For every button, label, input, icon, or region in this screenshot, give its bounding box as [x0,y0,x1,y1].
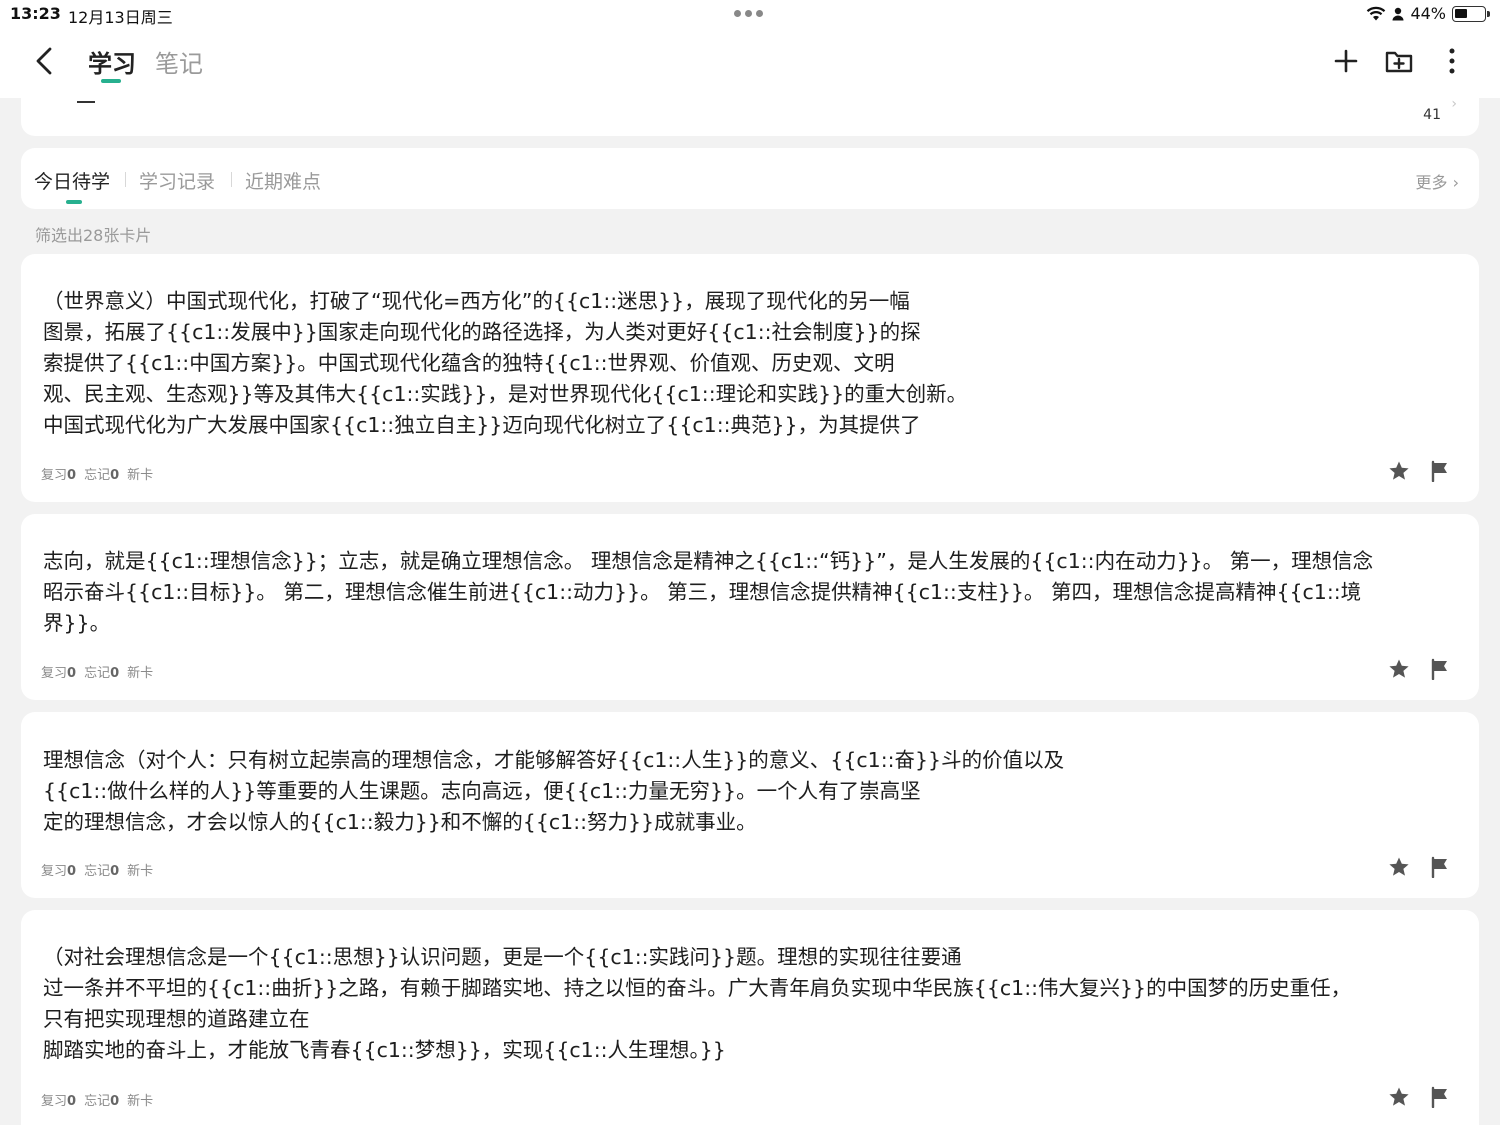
deck-summary-card[interactable]: › 41 [21,96,1479,136]
card-content: （对社会理想信念是一个{{c1::思想}}认识问题，更是一个{{c1::实践问}… [43,945,1352,1062]
segment-active-indicator [66,200,82,204]
card-stats: 复习0 忘记0 新卡 [41,860,153,879]
more-link[interactable]: 更多 › [1416,169,1460,193]
flashcard[interactable]: （世界意义）中国式现代化，打破了“现代化=西方化”的{{c1::迷思}}，展现了… [21,254,1479,502]
back-button[interactable] [30,44,60,78]
card-status: 新卡 [127,1094,154,1109]
flag-icon[interactable] [1429,658,1451,681]
card-content: 理想信念（对个人：只有树立起崇高的理想信念，才能够解答好{{c1::人生}}的意… [43,748,1065,834]
more-vertical-icon [1449,48,1455,74]
star-icon[interactable] [1388,460,1410,482]
forget-label: 忘记 [84,468,111,483]
status-date: 12月13日周三 [68,8,173,27]
flag-icon[interactable] [1429,1086,1451,1109]
forget-count: 0 [110,864,120,879]
status-time: 13:23 [10,4,61,23]
card-status: 新卡 [127,468,154,483]
card-content: （世界意义）中国式现代化，打破了“现代化=西方化”的{{c1::迷思}}，展现了… [43,289,968,437]
review-label: 复习 [41,468,68,483]
star-icon[interactable] [1388,1086,1410,1108]
card-stats: 复习0 忘记0 新卡 [41,1090,153,1109]
card-stats: 复习0 忘记0 新卡 [41,662,153,681]
review-count: 0 [67,864,77,879]
card-stats: 复习0 忘记0 新卡 [41,464,153,483]
forget-label: 忘记 [84,666,111,681]
tab-active-indicator [101,79,121,83]
segment-today[interactable]: 今日待学 [34,167,110,194]
add-button[interactable] [1331,46,1361,76]
review-count: 0 [67,1094,77,1109]
star-icon[interactable] [1388,856,1410,878]
review-label: 复习 [41,1094,68,1109]
battery-percent: 44% [1410,4,1446,23]
deck-count: 41 [1423,107,1441,123]
forget-label: 忘记 [84,864,111,879]
more-options-button[interactable] [1437,46,1467,76]
dash-mark [77,101,95,103]
status-bar: 13:23 12月13日周三 44% [0,0,1500,28]
review-label: 复习 [41,666,68,681]
review-label: 复习 [41,864,68,879]
card-status: 新卡 [127,666,154,681]
segment-divider [231,172,232,187]
tab-study[interactable]: 学习 [88,44,136,79]
back-icon [36,47,52,75]
star-icon[interactable] [1388,658,1410,680]
flag-icon[interactable] [1429,460,1451,483]
review-count: 0 [67,666,77,681]
person-icon [1392,7,1404,21]
app-header: 学习 笔记 [0,28,1500,98]
tab-notes[interactable]: 笔记 [155,44,203,79]
add-folder-button[interactable] [1384,46,1414,76]
forget-count: 0 [110,468,120,483]
flashcard[interactable]: 志向，就是{{c1::理想信念}}；立志，就是确立理想信念。 理想信念是精神之{… [21,514,1479,700]
multitasking-dots-icon[interactable] [734,10,763,17]
study-segment-bar: 今日待学 学习记录 近期难点 更多 › [21,148,1479,209]
battery-icon [1452,5,1490,22]
flag-icon[interactable] [1429,856,1451,879]
segment-difficult[interactable]: 近期难点 [245,167,321,194]
forget-count: 0 [110,666,120,681]
segment-divider [125,172,126,187]
card-status: 新卡 [127,864,154,879]
add-folder-icon [1385,51,1413,73]
card-content: 志向，就是{{c1::理想信念}}；立志，就是确立理想信念。 理想信念是精神之{… [43,549,1374,635]
flashcard[interactable]: 理想信念（对个人：只有树立起崇高的理想信念，才能够解答好{{c1::人生}}的意… [21,712,1479,898]
wifi-icon [1366,6,1386,22]
plus-icon [1334,49,1358,73]
flashcard[interactable]: （对社会理想信念是一个{{c1::思想}}认识问题，更是一个{{c1::实践问}… [21,910,1479,1125]
segment-records[interactable]: 学习记录 [139,167,215,194]
forget-label: 忘记 [84,1094,111,1109]
forget-count: 0 [110,1094,120,1109]
chevron-right-icon: › [1451,96,1457,112]
review-count: 0 [67,468,77,483]
filter-result-text: 筛选出28张卡片 [35,226,152,245]
